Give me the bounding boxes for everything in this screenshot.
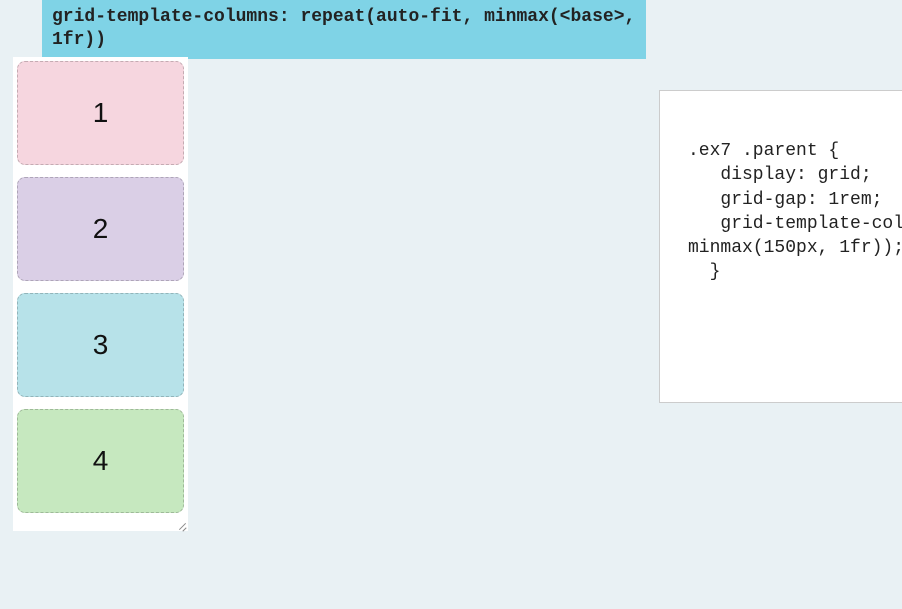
code-panel: .ex7 .parent { display: grid; grid-gap: … bbox=[659, 90, 902, 403]
resize-handle-icon[interactable] bbox=[174, 517, 188, 531]
demo-grid: 1 2 3 4 bbox=[17, 61, 184, 513]
grid-item-3: 3 bbox=[17, 293, 184, 397]
grid-item-4: 4 bbox=[17, 409, 184, 513]
demo-resizable-container[interactable]: 1 2 3 4 bbox=[13, 57, 188, 531]
css-code-block: .ex7 .parent { display: grid; grid-gap: … bbox=[688, 139, 902, 285]
header-code-snippet: grid-template-columns: repeat(auto-fit, … bbox=[42, 0, 646, 59]
grid-item-2: 2 bbox=[17, 177, 184, 281]
grid-item-1: 1 bbox=[17, 61, 184, 165]
